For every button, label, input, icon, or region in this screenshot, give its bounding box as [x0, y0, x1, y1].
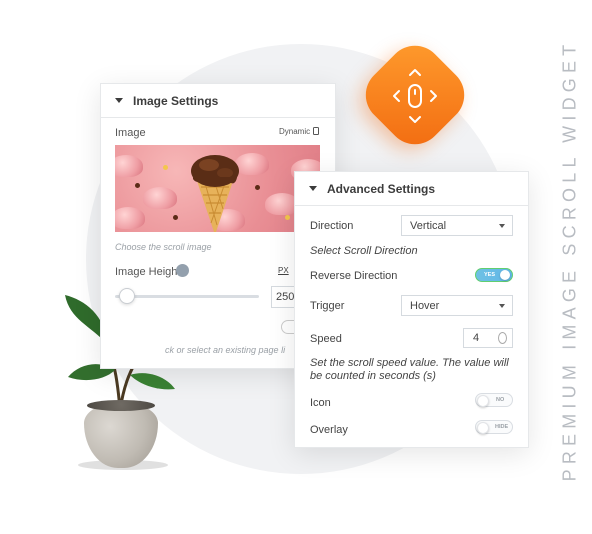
image-help-text: Choose the scroll image — [115, 242, 212, 252]
height-slider-track[interactable] — [115, 295, 259, 298]
direction-select[interactable]: Vertical — [401, 215, 513, 236]
plant-pot — [84, 404, 158, 468]
advanced-settings-header[interactable]: Advanced Settings — [295, 172, 528, 206]
advanced-settings-panel: Advanced Settings Direction Vertical Sel… — [294, 171, 529, 448]
speed-label: Speed — [310, 333, 342, 345]
trigger-label: Trigger — [310, 300, 345, 312]
overlay-toggle[interactable]: HIDE — [475, 420, 513, 434]
stepper-arrows-icon[interactable] — [498, 332, 507, 344]
speed-help-text: Set the scroll speed value. The value wi… — [310, 357, 509, 382]
chevron-down-icon — [499, 224, 505, 228]
trigger-select[interactable]: Hover — [401, 295, 513, 316]
image-label: Image — [115, 127, 146, 139]
vertical-title: PREMIUM IMAGE SCROLL WIDGET — [559, 39, 580, 481]
ice-cream-cone-image — [191, 155, 239, 232]
chevron-down-icon — [499, 304, 505, 308]
reverse-direction-toggle[interactable]: YES — [475, 268, 513, 282]
icon-toggle[interactable]: NO — [475, 393, 513, 407]
scroll-direction-icon — [393, 69, 437, 123]
reverse-direction-label: Reverse Direction — [310, 270, 398, 282]
link-help-text: ck or select an existing page li — [165, 345, 286, 355]
plant-pot-rim — [87, 400, 155, 411]
scroll-image-preview[interactable] — [115, 145, 320, 232]
direction-help-text: Select Scroll Direction — [310, 245, 418, 257]
direction-label: Direction — [310, 220, 354, 232]
image-height-label: Image Height — [115, 266, 181, 278]
height-unit[interactable]: PX — [278, 266, 289, 275]
image-settings-header[interactable]: Image Settings — [101, 84, 335, 118]
height-slider-handle[interactable] — [119, 288, 135, 304]
speed-stepper[interactable]: 4 — [463, 328, 513, 348]
dynamic-label[interactable]: Dynamic — [279, 127, 310, 136]
overlay-label: Overlay — [310, 424, 348, 436]
database-icon[interactable] — [313, 127, 319, 135]
caret-down-icon — [115, 98, 123, 103]
icon-label: Icon — [310, 397, 331, 409]
responsive-desktop-icon[interactable] — [176, 264, 189, 277]
caret-down-icon — [309, 186, 317, 191]
